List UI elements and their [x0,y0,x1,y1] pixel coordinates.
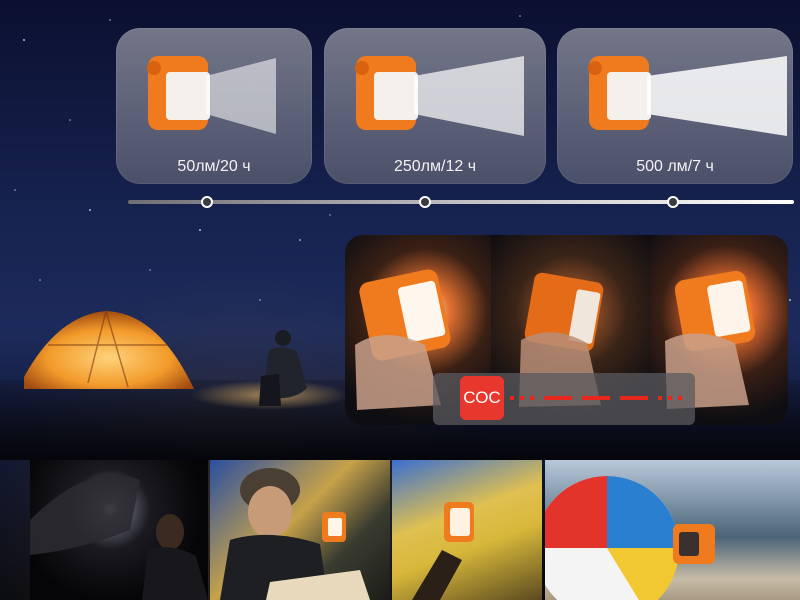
brightness-slider[interactable] [128,200,794,204]
beach-ball [545,476,715,600]
mode-label: 500 лм/7 ч [636,158,714,175]
slider-knob-low[interactable] [201,196,213,208]
sos-signal-pattern [510,396,682,400]
slider-knob-high[interactable] [667,196,679,208]
reader-silhouette [220,468,370,600]
mode-label: 250лм/12 ч [393,158,477,175]
lamp-icon [588,56,651,130]
photo-tent-lamp [392,460,542,600]
light-beam [206,58,276,134]
slider-knob-medium[interactable] [419,196,431,208]
hand-lamp [412,502,474,600]
person-silhouette [30,475,208,600]
photo-tent-night [30,460,208,600]
light-beam [647,56,787,136]
light-beam [414,56,524,136]
mode-label: 50лм/20 ч [177,158,251,175]
mode-card-low[interactable]: 50лм/20 ч [116,28,312,184]
mode-card-medium[interactable]: 250лм/12 ч [324,28,546,184]
camper-icon [259,330,307,406]
photo-reading-lamp [210,460,390,600]
mode-card-high[interactable]: 500 лм/7 ч [557,28,793,184]
lamp-icon [355,56,418,130]
tent-icon [24,310,194,389]
sos-badge[interactable]: СОС [460,376,504,420]
photo-beach-ball [545,460,800,600]
lamp-icon [147,56,210,130]
